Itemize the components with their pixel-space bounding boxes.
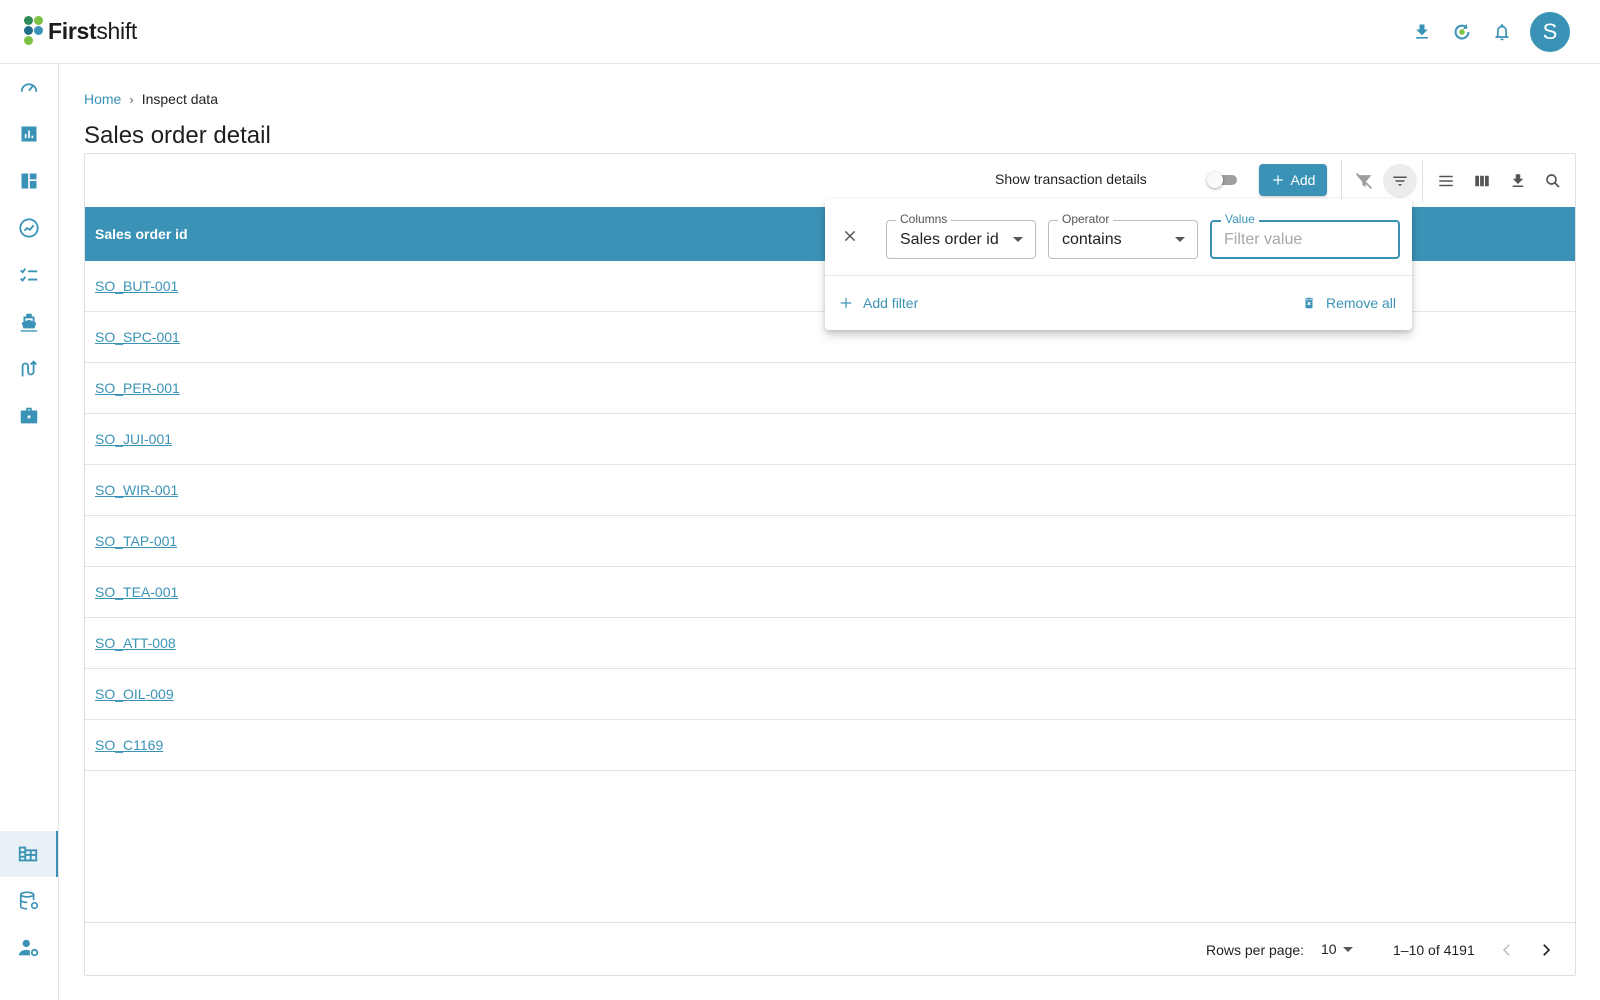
plus-icon xyxy=(1272,175,1283,185)
download-icon[interactable] xyxy=(1402,12,1442,52)
table-row: SO_TAP-001 xyxy=(85,516,1575,567)
table-row: SO_JUI-001 xyxy=(85,414,1575,465)
columns-icon[interactable] xyxy=(1465,164,1499,198)
rows-per-page-label: Rows per page: xyxy=(1206,942,1305,958)
add-filter-button[interactable]: Add filter xyxy=(839,295,918,311)
checklist-icon[interactable] xyxy=(0,252,58,298)
operator-label: Operator xyxy=(1058,212,1114,226)
sales-order-link[interactable]: SO_JUI-001 xyxy=(95,431,172,447)
next-page-button[interactable] xyxy=(1532,936,1560,964)
chevron-left-icon xyxy=(1502,944,1510,956)
transaction-details-toggle[interactable] xyxy=(1207,172,1241,188)
export-icon[interactable] xyxy=(1501,164,1535,198)
operator-value: contains xyxy=(1062,231,1122,248)
sales-order-link[interactable]: SO_OIL-009 xyxy=(95,686,174,702)
rows-per-page-select[interactable]: 10 xyxy=(1321,941,1353,957)
sales-order-link[interactable]: SO_TEA-001 xyxy=(95,584,178,600)
route-icon[interactable] xyxy=(0,346,58,392)
top-bar: Firstshift S xyxy=(0,0,1600,64)
table-row: SO_OIL-009 xyxy=(85,669,1575,720)
add-filter-label: Add filter xyxy=(863,295,919,311)
table-row: SO_ATT-008 xyxy=(85,618,1575,669)
table-row: SO_PER-001 xyxy=(85,363,1575,414)
sidebar xyxy=(0,64,59,1000)
clear-filter-icon[interactable] xyxy=(1347,164,1381,198)
sales-order-link[interactable]: SO_WIR-001 xyxy=(95,482,178,498)
database-settings-icon[interactable] xyxy=(0,878,58,924)
transaction-details-label: Show transaction details xyxy=(995,171,1147,187)
page-title: Sales order detail xyxy=(84,122,271,149)
table-row: SO_C1169 xyxy=(85,720,1575,771)
remove-all-button[interactable]: Remove all xyxy=(1302,295,1396,311)
breadcrumb: Home › Inspect data xyxy=(84,91,218,107)
operator-select[interactable]: Operator contains xyxy=(1048,212,1198,259)
search-icon[interactable] xyxy=(1536,164,1570,198)
delete-icon xyxy=(1304,297,1314,309)
chevron-down-icon xyxy=(1013,237,1023,242)
trend-icon[interactable] xyxy=(0,205,58,251)
filter-panel: Columns Sales order id Operator contains… xyxy=(825,199,1412,330)
sales-order-link[interactable]: SO_C1169 xyxy=(95,737,163,753)
close-icon[interactable] xyxy=(839,225,861,247)
bar-chart-icon[interactable] xyxy=(0,111,58,157)
user-settings-icon[interactable] xyxy=(0,925,58,971)
pagination-range: 1–10 of 4191 xyxy=(1393,942,1475,958)
sales-order-link[interactable]: SO_BUT-001 xyxy=(95,278,178,294)
filter-value-placeholder: Filter value xyxy=(1224,231,1303,248)
columns-label: Columns xyxy=(896,212,952,226)
chevron-right-icon xyxy=(1543,944,1551,956)
breadcrumb-separator: › xyxy=(129,91,134,107)
ship-icon[interactable] xyxy=(0,299,58,345)
column-header-sales-order-id[interactable]: Sales order id xyxy=(95,226,188,242)
avatar[interactable]: S xyxy=(1530,12,1570,52)
sales-order-link[interactable]: SO_PER-001 xyxy=(95,380,180,396)
building-table-icon[interactable] xyxy=(0,831,58,877)
chevron-down-icon xyxy=(1175,237,1185,242)
density-icon[interactable] xyxy=(1429,164,1463,198)
sync-icon[interactable] xyxy=(1442,12,1482,52)
sales-order-link[interactable]: SO_ATT-008 xyxy=(95,635,176,651)
brand-name: Firstshift xyxy=(48,17,138,44)
dashboard-icon[interactable] xyxy=(0,158,58,204)
columns-select[interactable]: Columns Sales order id xyxy=(886,212,1036,259)
breadcrumb-current: Inspect data xyxy=(141,91,218,107)
logo-mark-icon xyxy=(22,14,46,48)
chevron-down-icon xyxy=(1342,946,1353,952)
value-label: Value xyxy=(1221,212,1259,226)
remove-all-label: Remove all xyxy=(1325,295,1396,311)
speedometer-icon[interactable] xyxy=(0,64,58,110)
table-row: SO_TEA-001 xyxy=(85,567,1575,618)
filter-value-input[interactable]: Value Filter value xyxy=(1210,212,1400,259)
sales-order-link[interactable]: SO_TAP-001 xyxy=(95,533,177,549)
logo[interactable]: Firstshift xyxy=(22,14,137,48)
add-button[interactable]: Add xyxy=(1259,164,1327,196)
rows-per-page-value: 10 xyxy=(1321,941,1337,957)
filter-icon[interactable] xyxy=(1383,164,1417,198)
plus-icon xyxy=(840,297,852,309)
pagination: Rows per page: 10 1–10 of 4191 xyxy=(85,922,1575,975)
add-button-label: Add xyxy=(1290,172,1316,188)
breadcrumb-home-link[interactable]: Home xyxy=(84,91,121,107)
columns-value: Sales order id xyxy=(900,231,999,248)
table-row: SO_WIR-001 xyxy=(85,465,1575,516)
briefcase-icon[interactable] xyxy=(0,393,58,439)
sales-order-link[interactable]: SO_SPC-001 xyxy=(95,329,180,345)
bell-icon[interactable] xyxy=(1482,12,1522,52)
previous-page-button[interactable] xyxy=(1493,936,1521,964)
